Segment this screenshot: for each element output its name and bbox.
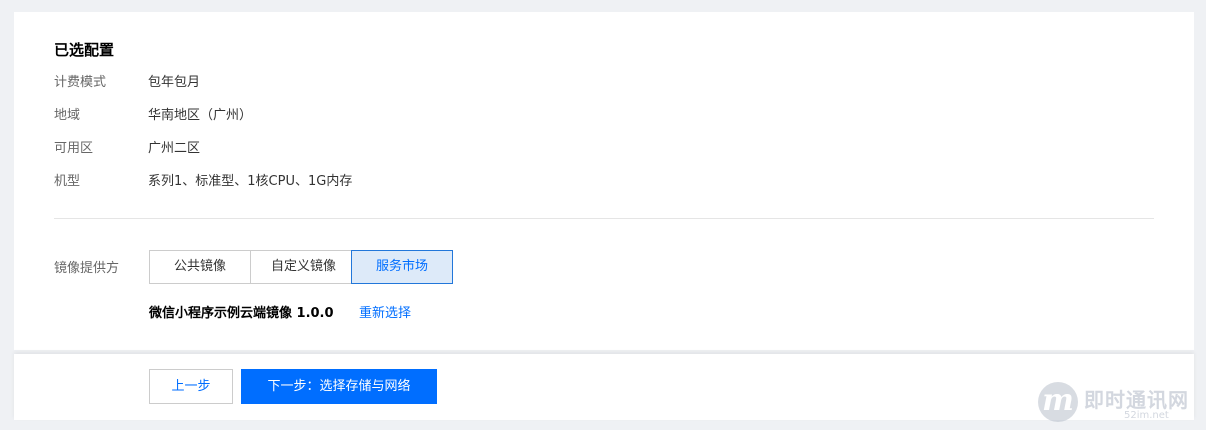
tab-custom-image[interactable]: 自定义镜像	[250, 250, 352, 284]
image-provider-tabs: 公共镜像 自定义镜像 服务市场	[149, 250, 453, 284]
next-step-button[interactable]: 下一步：选择存储与网络	[241, 369, 437, 404]
section-title: 已选配置	[54, 41, 115, 59]
watermark-title: 即时通讯网	[1084, 388, 1189, 412]
config-row-billing: 计费模式 包年包月	[54, 73, 200, 93]
config-label: 地域	[54, 108, 81, 123]
tab-marketplace[interactable]: 服务市场	[351, 250, 453, 284]
config-value: 华南地区（广州）	[148, 108, 253, 123]
watermark-logo-icon: m	[1038, 382, 1078, 422]
config-row-instance-type: 机型 系列1、标准型、1核CPU、1G内存	[54, 172, 352, 192]
watermark: m 即时通讯网 52im.net	[1038, 380, 1202, 426]
config-card: 已选配置 计费模式 包年包月 地域 华南地区（广州） 可用区 广州二区 机型 系列1、标…	[14, 12, 1194, 350]
footer-bar: 上一步 下一步：选择存储与网络	[14, 354, 1194, 420]
config-label: 可用区	[54, 141, 94, 156]
config-row-zone: 可用区 广州二区	[54, 139, 200, 159]
config-value: 广州二区	[148, 141, 201, 156]
watermark-subtitle: 52im.net	[1124, 410, 1169, 421]
image-provider-label: 镜像提供方	[54, 261, 120, 276]
page: 已选配置 计费模式 包年包月 地域 华南地区（广州） 可用区 广州二区 机型 系列1、标…	[0, 0, 1206, 430]
config-value: 包年包月	[148, 75, 201, 90]
prev-step-button[interactable]: 上一步	[149, 369, 233, 404]
config-label: 机型	[54, 174, 81, 189]
tab-public-image[interactable]: 公共镜像	[149, 250, 251, 284]
config-label: 计费模式	[54, 75, 107, 90]
reselect-link[interactable]: 重新选择	[359, 304, 411, 324]
config-row-region: 地域 华南地区（广州）	[54, 106, 252, 126]
selected-image-name: 微信小程序示例云端镜像 1.0.0	[149, 306, 334, 321]
divider	[54, 218, 1154, 219]
config-value: 系列1、标准型、1核CPU、1G内存	[148, 174, 353, 189]
